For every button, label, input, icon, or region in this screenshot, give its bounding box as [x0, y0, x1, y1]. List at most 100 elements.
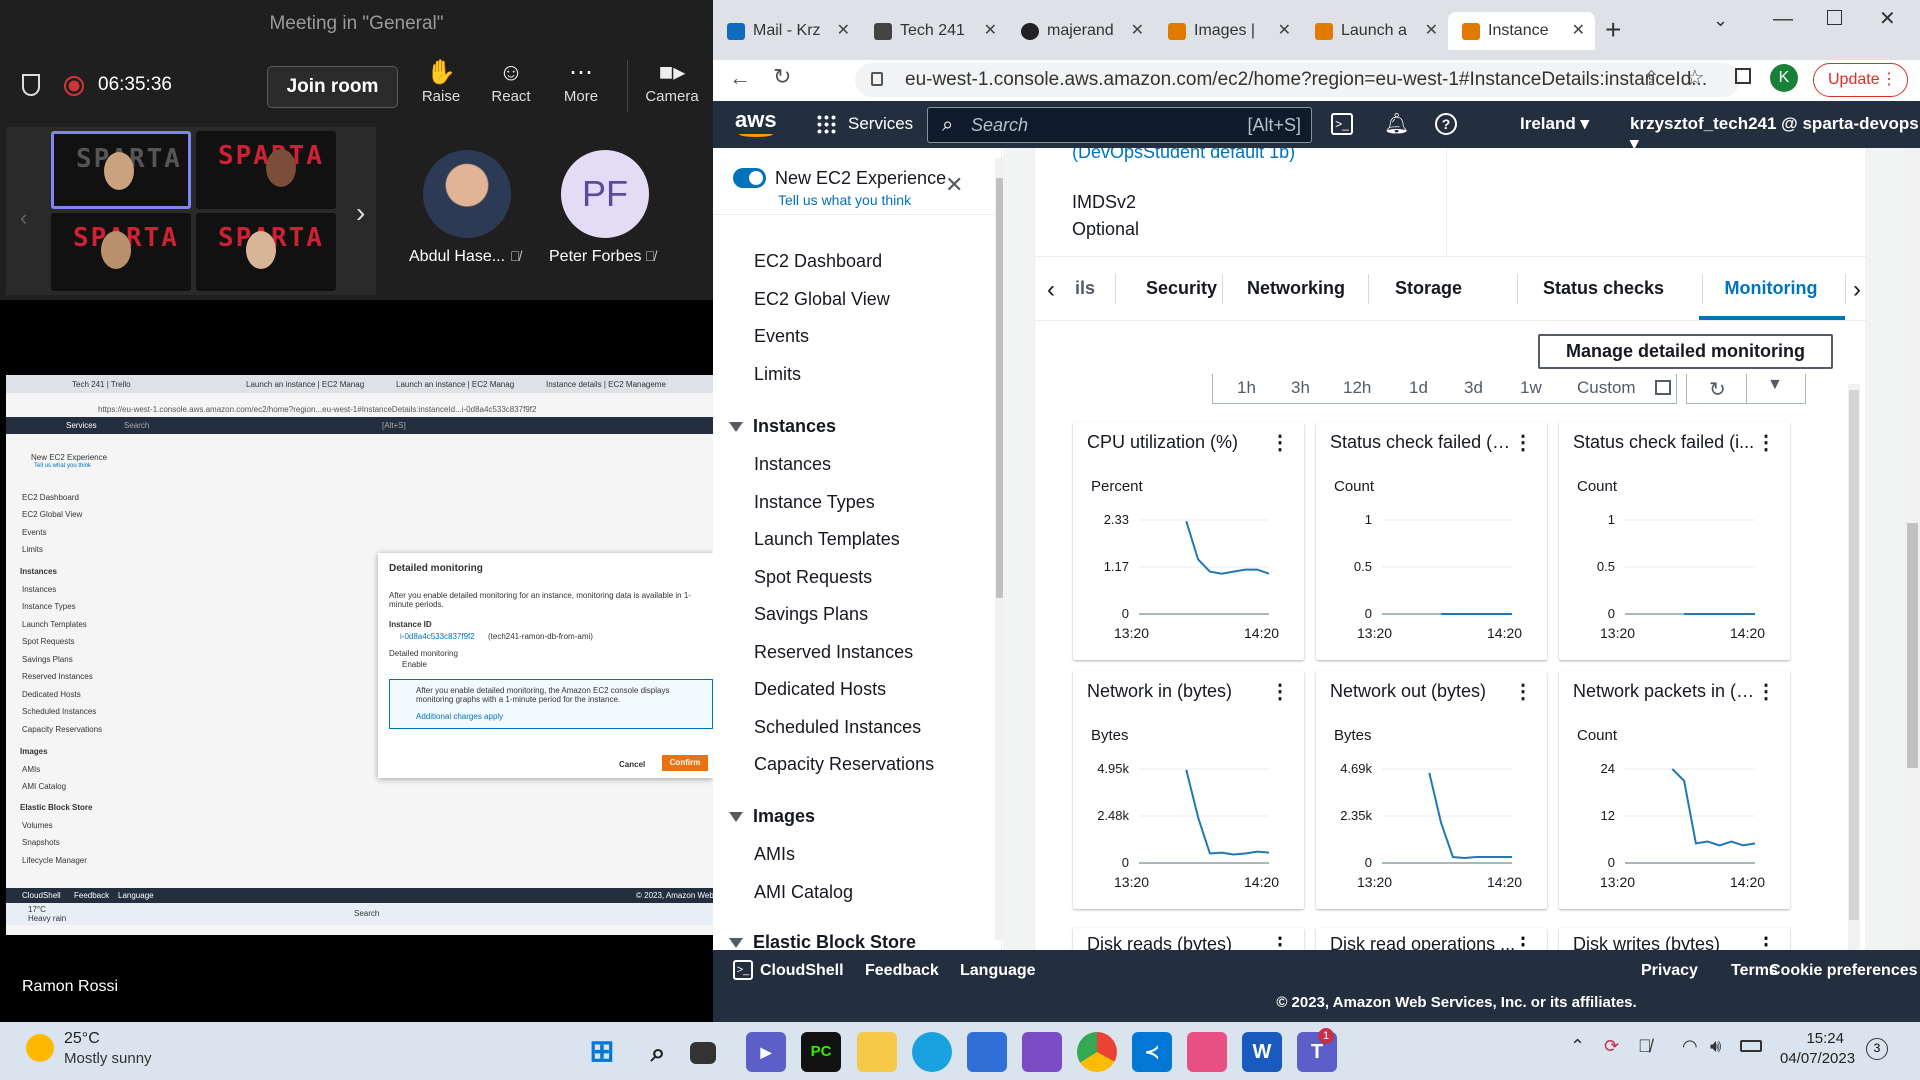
- series-line[interactable]: [1185, 520, 1270, 575]
- calendar-icon[interactable]: [1655, 380, 1671, 395]
- region-selector[interactable]: Ireland ▾: [1520, 114, 1589, 134]
- cloudshell-icon[interactable]: >_: [1331, 113, 1353, 135]
- url-field[interactable]: eu-west-1.console.aws.amazon.com/ec2/hom…: [855, 63, 1740, 97]
- nav-instances[interactable]: Instances: [754, 454, 831, 475]
- nav-ec2-dashboard[interactable]: EC2 Dashboard: [754, 251, 882, 272]
- teams-chat-icon[interactable]: ▶: [746, 1032, 786, 1072]
- aws-search-input[interactable]: Search [Alt+S]: [927, 107, 1312, 143]
- close-icon[interactable]: ✕: [1278, 12, 1291, 50]
- grid-menu-icon[interactable]: [816, 114, 836, 134]
- profile-avatar[interactable]: K: [1770, 64, 1798, 92]
- chevron-left-icon[interactable]: ‹: [20, 205, 27, 231]
- tabs-scroll-right-icon[interactable]: ›: [1853, 276, 1861, 304]
- page-scrollbar[interactable]: [1905, 148, 1920, 950]
- task-view-icon[interactable]: [690, 1042, 716, 1064]
- weather-temp[interactable]: 25°C: [64, 1030, 100, 1048]
- series-line[interactable]: [1428, 772, 1512, 860]
- video-tile[interactable]: SPARTA: [196, 213, 336, 291]
- nav-savings-plans[interactable]: Savings Plans: [754, 604, 868, 625]
- weather-desc[interactable]: Mostly sunny: [64, 1050, 152, 1067]
- camera-button[interactable]: ■▸ Camera: [636, 58, 708, 114]
- word-icon[interactable]: W: [1242, 1032, 1282, 1072]
- new-tab-button[interactable]: +: [1605, 14, 1621, 46]
- series-line[interactable]: [1671, 768, 1756, 847]
- kebab-icon[interactable]: ⋮: [1756, 932, 1776, 950]
- tabs-scroll-left-icon[interactable]: ‹: [1047, 276, 1055, 304]
- tab-networking[interactable]: Networking: [1247, 278, 1345, 299]
- nav-instance-types[interactable]: Instance Types: [754, 492, 875, 513]
- nav-launch-templates[interactable]: Launch Templates: [754, 529, 900, 550]
- kebab-icon[interactable]: ⋮: [1270, 932, 1290, 950]
- tab-search-icon[interactable]: ⌄: [1713, 10, 1728, 31]
- nav-section-instances[interactable]: Instances: [729, 416, 836, 437]
- refresh-icon[interactable]: ↻: [1709, 377, 1726, 402]
- raise-hand-button[interactable]: ✋ Raise: [405, 58, 477, 114]
- chrome-icon[interactable]: [1077, 1032, 1117, 1072]
- tray-chevron-icon[interactable]: ⌃: [1570, 1036, 1585, 1057]
- range-12h[interactable]: 12h: [1343, 378, 1371, 398]
- tab-storage[interactable]: Storage: [1395, 278, 1462, 299]
- visual-studio-icon[interactable]: [1022, 1032, 1062, 1072]
- range-1d[interactable]: 1d: [1409, 378, 1428, 398]
- nav-section-images[interactable]: Images: [729, 806, 815, 827]
- store-icon[interactable]: [967, 1032, 1007, 1072]
- caret-down-icon[interactable]: ▼: [1767, 376, 1783, 394]
- cloudshell-link[interactable]: CloudShell: [760, 962, 844, 980]
- vscode-icon[interactable]: ≺: [1132, 1032, 1172, 1072]
- edge-icon[interactable]: [912, 1032, 952, 1072]
- video-tile[interactable]: SPARTA: [51, 213, 191, 291]
- nav-spot-requests[interactable]: Spot Requests: [754, 567, 872, 588]
- privacy-link[interactable]: Privacy: [1641, 962, 1698, 980]
- weather-sun-icon[interactable]: [26, 1034, 54, 1062]
- update-button[interactable]: Update ⋮: [1813, 63, 1908, 97]
- nav-events[interactable]: Events: [754, 326, 809, 347]
- clock-time[interactable]: 15:24: [1784, 1030, 1844, 1047]
- close-icon[interactable]: ✕: [1425, 12, 1438, 50]
- browser-tab[interactable]: Images | ✕: [1154, 12, 1301, 50]
- series-line[interactable]: [1185, 769, 1270, 856]
- new-experience-toggle[interactable]: [733, 168, 766, 188]
- side-panel-icon[interactable]: [1735, 68, 1751, 84]
- mic-muted-icon[interactable]: 🎙̸: [1638, 1036, 1652, 1057]
- metrics-scrollbar[interactable]: [1848, 384, 1860, 950]
- nav-dedicated-hosts[interactable]: Dedicated Hosts: [754, 679, 886, 700]
- back-icon[interactable]: ←: [729, 65, 751, 91]
- nav-capacity-reservations[interactable]: Capacity Reservations: [754, 754, 934, 775]
- kebab-icon[interactable]: ⋮: [1513, 932, 1533, 950]
- range-3h[interactable]: 3h: [1291, 378, 1310, 398]
- browser-tab-active[interactable]: Instance ✕: [1448, 12, 1595, 50]
- feedback-link[interactable]: Feedback: [865, 962, 939, 980]
- clock-date[interactable]: 04/07/2023: [1780, 1050, 1855, 1067]
- close-icon[interactable]: ✕: [837, 12, 850, 50]
- bookmark-star-icon[interactable]: ☆: [1685, 65, 1705, 91]
- browser-tab[interactable]: majerand ✕: [1007, 12, 1154, 50]
- react-button[interactable]: ☺ React: [475, 58, 547, 114]
- range-custom[interactable]: Custom: [1577, 378, 1636, 398]
- video-tile[interactable]: SPARTA: [196, 131, 336, 209]
- tab-details[interactable]: ils: [1075, 278, 1095, 299]
- video-tile[interactable]: SPARTA: [51, 131, 191, 209]
- services-menu[interactable]: Services: [848, 114, 913, 134]
- cookie-preferences-link[interactable]: Cookie preferences: [1769, 962, 1918, 980]
- notifications-bell-icon[interactable]: 🔔︎: [1384, 111, 1409, 136]
- close-icon[interactable]: ✕: [945, 172, 963, 198]
- close-icon[interactable]: ✕: [1131, 12, 1144, 50]
- nav-amis[interactable]: AMIs: [754, 844, 795, 865]
- chevron-right-icon[interactable]: ›: [356, 197, 365, 229]
- search-icon[interactable]: ⌕: [638, 1032, 678, 1072]
- help-icon[interactable]: ?: [1435, 113, 1457, 135]
- notification-count[interactable]: 3: [1866, 1038, 1888, 1060]
- manage-detailed-monitoring-button[interactable]: Manage detailed monitoring: [1538, 334, 1833, 369]
- browser-tab[interactable]: Launch a ✕: [1301, 12, 1448, 50]
- wifi-icon[interactable]: ◠: [1682, 1036, 1698, 1057]
- file-explorer-icon[interactable]: [857, 1032, 897, 1072]
- nav-scheduled-instances[interactable]: Scheduled Instances: [754, 717, 921, 738]
- volume-icon[interactable]: 🔊︎: [1710, 1036, 1721, 1057]
- reload-icon[interactable]: ↻: [773, 64, 791, 90]
- pycharm-icon[interactable]: PC: [801, 1032, 841, 1072]
- nav-reserved-instances[interactable]: Reserved Instances: [754, 642, 913, 663]
- range-1h[interactable]: 1h: [1237, 378, 1256, 398]
- close-icon[interactable]: ✕: [1572, 12, 1585, 50]
- nav-ami-catalog[interactable]: AMI Catalog: [754, 882, 853, 903]
- nav-ec2-global-view[interactable]: EC2 Global View: [754, 289, 890, 310]
